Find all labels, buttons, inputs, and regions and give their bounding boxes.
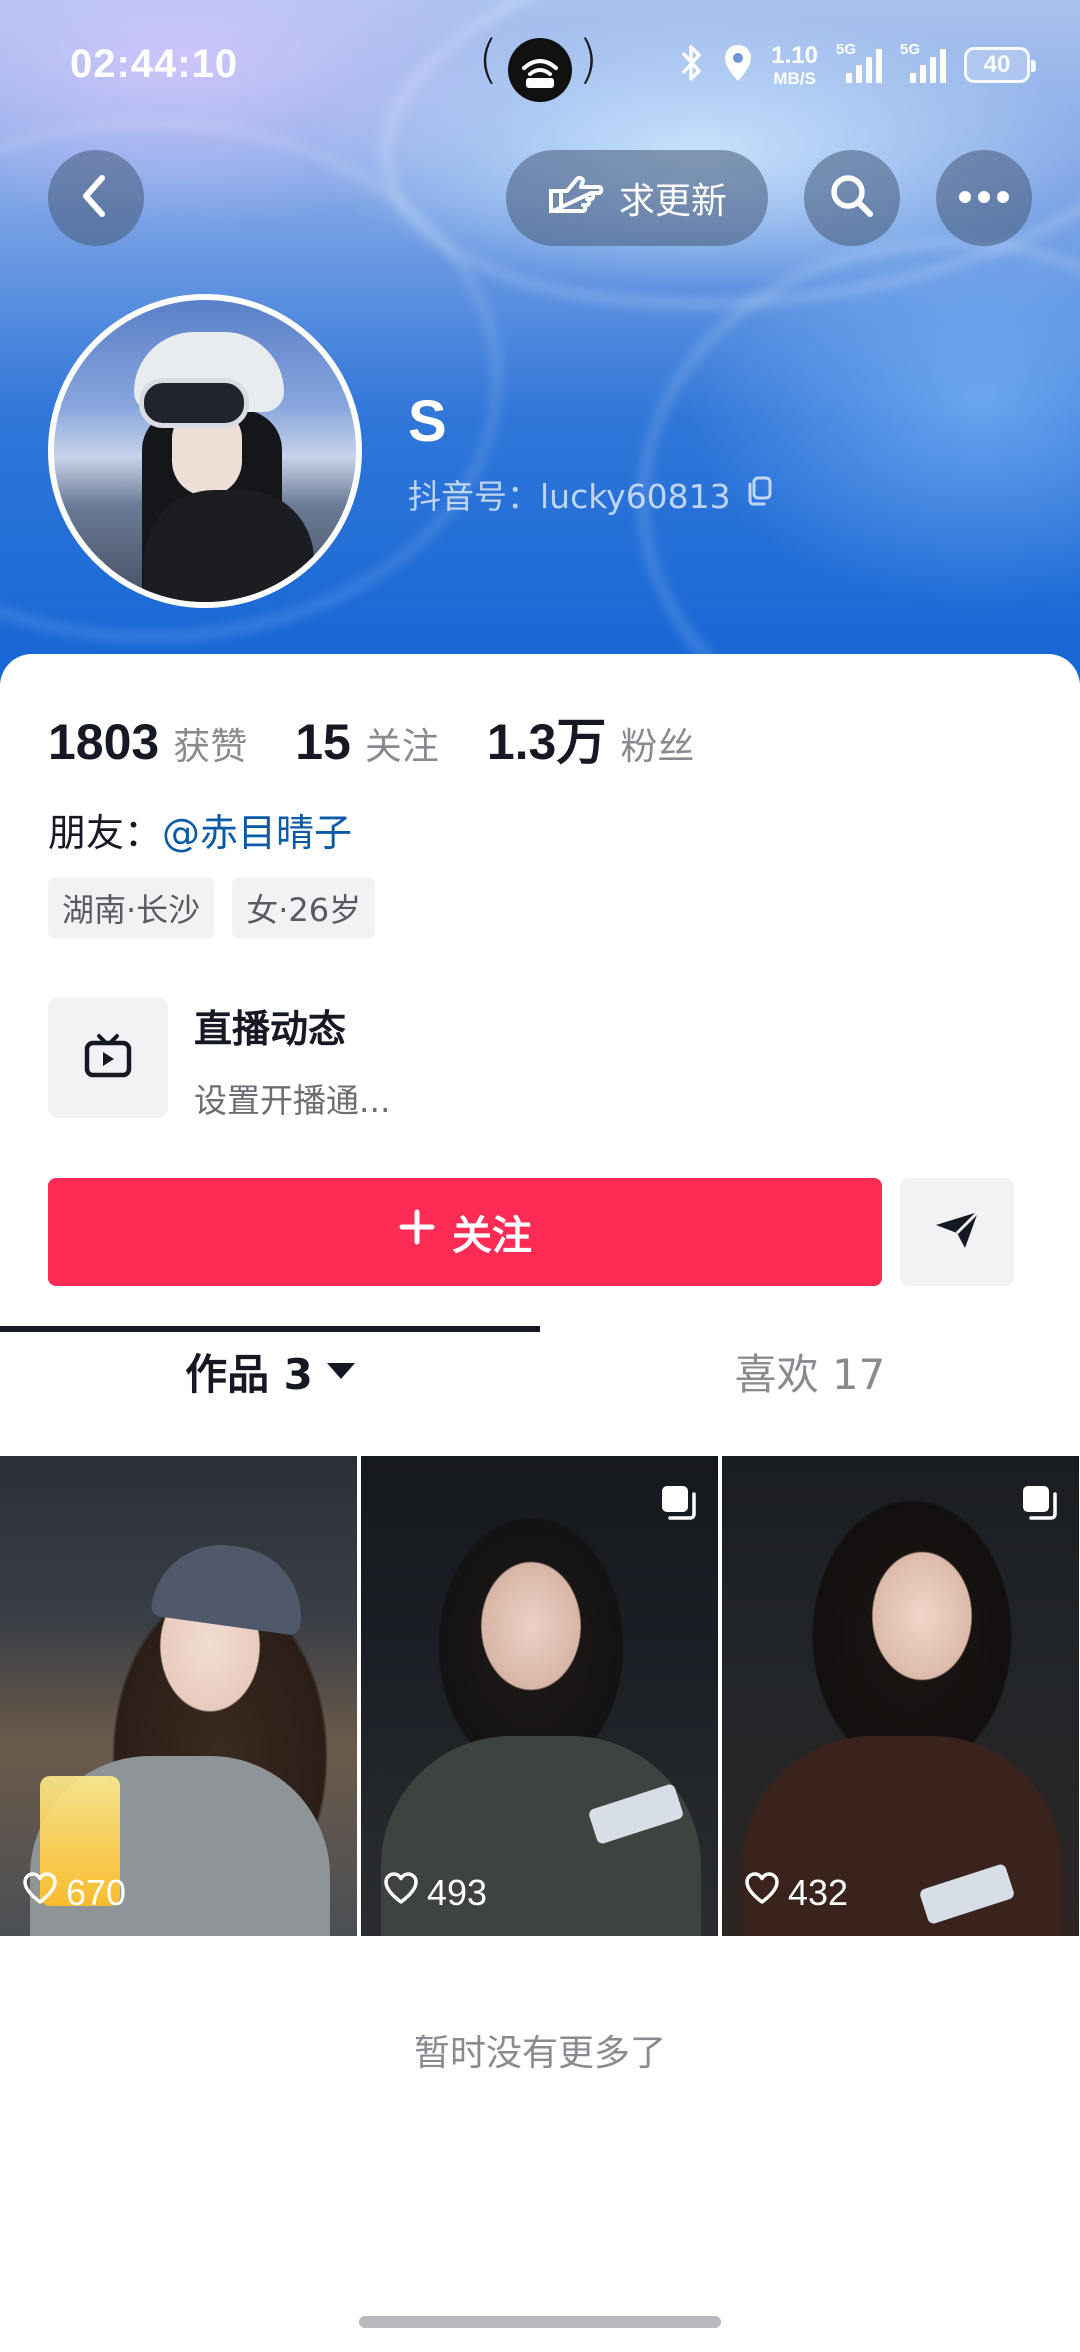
likes-stat[interactable]: 1803 获赞	[48, 713, 247, 771]
likes-count: 1803	[48, 714, 160, 770]
account-id-row[interactable]: 抖音号：lucky60813	[408, 470, 773, 518]
heart-icon	[383, 1871, 419, 1914]
signal-sim1-icon: 5G	[836, 41, 882, 85]
video-likes: 493	[427, 1871, 488, 1913]
copy-icon[interactable]	[745, 475, 773, 514]
tab-likes[interactable]: 喜欢 17	[540, 1314, 1080, 1428]
caret-down-icon	[326, 1363, 355, 1379]
profile-tags: 湖南·长沙 女·26岁	[48, 878, 376, 938]
account-id-text: 抖音号：lucky60813	[408, 477, 731, 516]
request-update-label: 求更新	[618, 181, 727, 222]
location-icon	[723, 43, 753, 87]
profile-stats: 1803 获赞 15 关注 1.3万 粉丝	[48, 702, 742, 774]
video-likes: 670	[66, 1871, 127, 1913]
request-update-button[interactable]: 求更新	[506, 150, 768, 246]
more-dots-icon	[958, 189, 1010, 208]
heart-icon	[22, 1871, 58, 1914]
profile-nickname: S	[408, 389, 447, 454]
send-message-button[interactable]	[900, 1178, 1014, 1286]
signal-sim2-icon: 5G	[900, 41, 946, 85]
followers-label: 粉丝	[620, 725, 695, 768]
live-activity-subtitle[interactable]: 设置开播通...	[194, 1074, 390, 1122]
battery-level: 40	[983, 51, 1011, 78]
more-options-button[interactable]	[936, 150, 1032, 246]
live-activity-button[interactable]	[48, 998, 168, 1118]
wifi-hotspot-icon	[508, 38, 572, 102]
followers-count: 1.3万	[486, 714, 607, 770]
following-label: 关注	[364, 725, 439, 768]
tv-icon	[82, 1030, 134, 1086]
active-tab-indicator	[0, 1326, 540, 1332]
home-indicator[interactable]	[359, 2316, 721, 2328]
video-thumbnail[interactable]: 432	[722, 1456, 1079, 1936]
friend-link[interactable]: @赤目晴子	[162, 802, 352, 857]
friend-prefix: 朋友：	[48, 811, 163, 855]
paper-plane-icon	[933, 1209, 981, 1255]
live-activity-title[interactable]: 直播动态	[194, 998, 346, 1053]
pointing-hand-icon	[547, 169, 605, 228]
followers-stat[interactable]: 1.3万 粉丝	[487, 702, 695, 774]
bluetooth-icon	[679, 43, 705, 87]
heart-icon	[744, 1871, 780, 1914]
video-thumbnail[interactable]: 493	[361, 1456, 718, 1936]
hotspot-indicator: ( )	[478, 30, 602, 102]
profile-banner: 02:44:10 ( ) 1.10 MB/S 5G 5G 40 求更新 S 抖音…	[0, 0, 1080, 700]
chevron-left-icon	[76, 172, 116, 224]
video-like-count: 493	[383, 1871, 487, 1914]
likes-label: 获赞	[173, 725, 248, 768]
status-bar: 02:44:10 ( ) 1.10 MB/S 5G 5G 40	[0, 0, 1080, 130]
video-thumbnail[interactable]: 670	[0, 1456, 357, 1936]
profile-card: 1803 获赞 15 关注 1.3万 粉丝 朋友： @赤目晴子 湖南·长沙 女·…	[0, 654, 1080, 2304]
back-button[interactable]	[48, 150, 144, 246]
status-time: 02:44:10	[70, 42, 239, 86]
video-like-count: 670	[22, 1871, 126, 1914]
no-more-content: 暂时没有更多了	[413, 2033, 666, 2074]
gender-age-tag: 女·26岁	[232, 878, 376, 938]
video-likes: 432	[788, 1871, 849, 1913]
multi-image-icon	[660, 1484, 698, 1526]
profile-avatar[interactable]	[48, 294, 362, 608]
tab-works-label: 作品 3	[185, 1349, 313, 1399]
search-button[interactable]	[804, 150, 900, 246]
multi-image-icon	[1021, 1484, 1059, 1526]
follow-button[interactable]: 关注	[48, 1178, 882, 1286]
battery-icon: 40	[964, 47, 1036, 83]
following-stat[interactable]: 15 关注	[295, 713, 439, 771]
network-speed: 1.10 MB/S	[771, 41, 818, 88]
video-like-count: 432	[744, 1871, 848, 1914]
follow-label: 关注	[452, 1213, 532, 1259]
search-icon	[828, 172, 876, 224]
friend-line: 朋友： @赤目晴子	[48, 802, 352, 857]
plus-icon	[398, 1208, 436, 1256]
tab-likes-label: 喜欢 17	[734, 1349, 886, 1399]
video-grid: 670 493 432	[0, 1456, 1080, 1936]
location-tag: 湖南·长沙	[48, 878, 215, 938]
following-count: 15	[295, 714, 351, 770]
